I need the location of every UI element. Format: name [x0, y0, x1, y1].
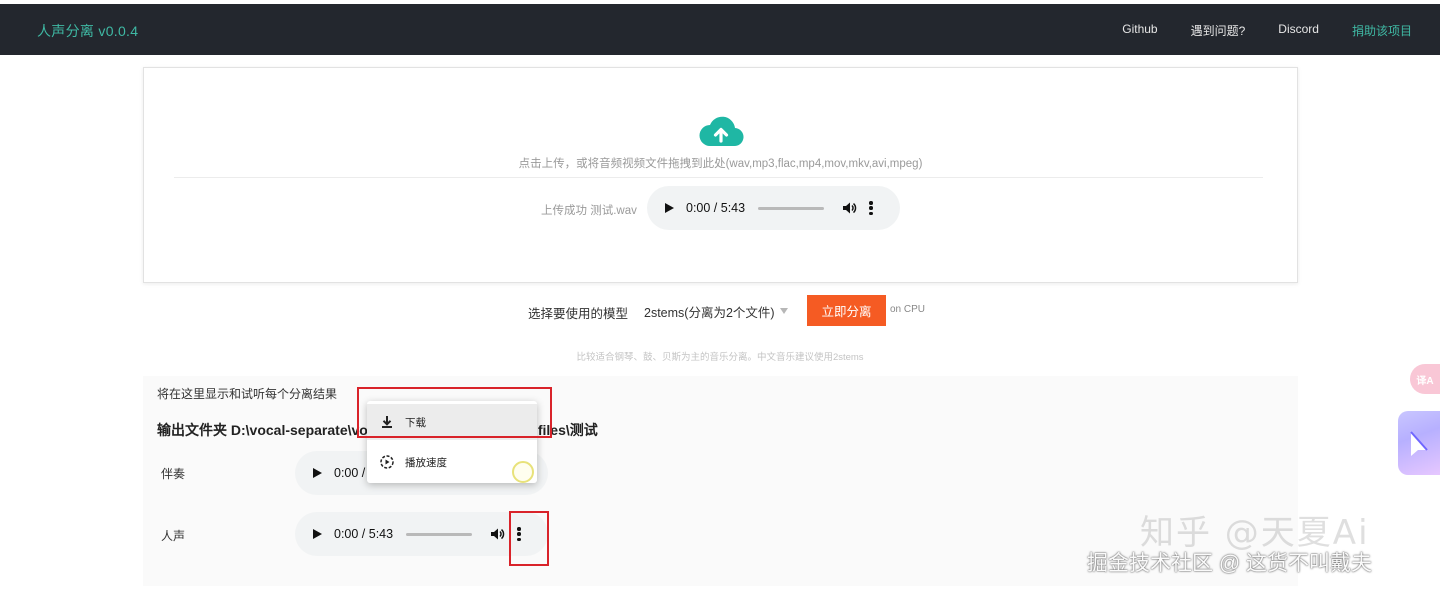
- nav-link-github[interactable]: Github: [1122, 22, 1157, 39]
- play-icon[interactable]: [313, 468, 322, 478]
- chevron-down-icon: [780, 308, 788, 314]
- upload-divider: [174, 177, 1263, 178]
- model-select-value: 2stems(分离为2个文件): [644, 305, 775, 320]
- highlight-more-options: [509, 511, 549, 566]
- player-time: 0:00 / 5:43: [686, 201, 746, 215]
- menu-item-label: 播放速度: [405, 456, 447, 469]
- brand-title[interactable]: 人声分离 v0.0.4: [37, 21, 138, 41]
- nav-link-help[interactable]: 遇到问题?: [1191, 22, 1246, 39]
- player-time: 0:00 / 5:43: [334, 527, 394, 541]
- player-time: 0:00 /: [334, 466, 366, 480]
- track-label-accompaniment: 伴奏: [161, 467, 186, 481]
- progress-bar[interactable]: [406, 532, 473, 536]
- output-path-head: 输出文件夹 D:\vocal-separate\vo: [157, 422, 368, 438]
- watermark-juejin: 掘金技术社区 @ 这货不叫戴夫: [1087, 552, 1372, 575]
- playback-speed-icon: [380, 455, 394, 469]
- cloud-upload-icon[interactable]: [698, 116, 744, 148]
- play-icon[interactable]: [313, 529, 322, 539]
- play-icon[interactable]: [665, 203, 674, 213]
- device-note: on CPU: [890, 304, 926, 315]
- model-hint: 比较适合钢琴、鼓、贝斯为主的音乐分离。中文音乐建议使用2stems: [576, 352, 864, 363]
- navbar: 人声分离 v0.0.4 Github 遇到问题? Discord 捐助该项目: [0, 4, 1440, 55]
- nav-link-discord[interactable]: Discord: [1278, 22, 1319, 39]
- volume-icon[interactable]: [841, 200, 857, 216]
- separate-button[interactable]: 立即分离: [807, 295, 886, 326]
- highlight-download: [357, 387, 552, 438]
- progress-bar[interactable]: [758, 206, 825, 210]
- results-intro: 将在这里显示和试听每个分离结果: [157, 387, 338, 401]
- model-label: 选择要使用的模型: [528, 307, 629, 321]
- side-app-widget[interactable]: [1398, 411, 1440, 475]
- upload-dropzone[interactable]: 点击上传，或将音频视频文件拖拽到此处(wav,mp3,flac,mp4,mov,…: [143, 67, 1298, 283]
- model-select[interactable]: 2stems(分离为2个文件): [636, 296, 792, 326]
- upload-hint: 点击上传，或将音频视频文件拖拽到此处(wav,mp3,flac,mp4,mov,…: [518, 158, 923, 170]
- volume-icon[interactable]: [489, 526, 505, 542]
- track-label-vocals: 人声: [161, 529, 186, 543]
- uploaded-audio-player[interactable]: 0:00 / 5:43: [647, 186, 900, 230]
- more-options-icon[interactable]: [869, 201, 873, 215]
- nav-links: Github 遇到问题? Discord 捐助该项目: [1089, 22, 1412, 39]
- nav-link-donate[interactable]: 捐助该项目: [1352, 22, 1412, 39]
- arrow-app-icon: [1410, 431, 1428, 456]
- cursor-indicator: [512, 461, 534, 483]
- translate-widget[interactable]: 译A: [1410, 364, 1440, 394]
- upload-status: 上传成功 测试.wav: [541, 205, 637, 217]
